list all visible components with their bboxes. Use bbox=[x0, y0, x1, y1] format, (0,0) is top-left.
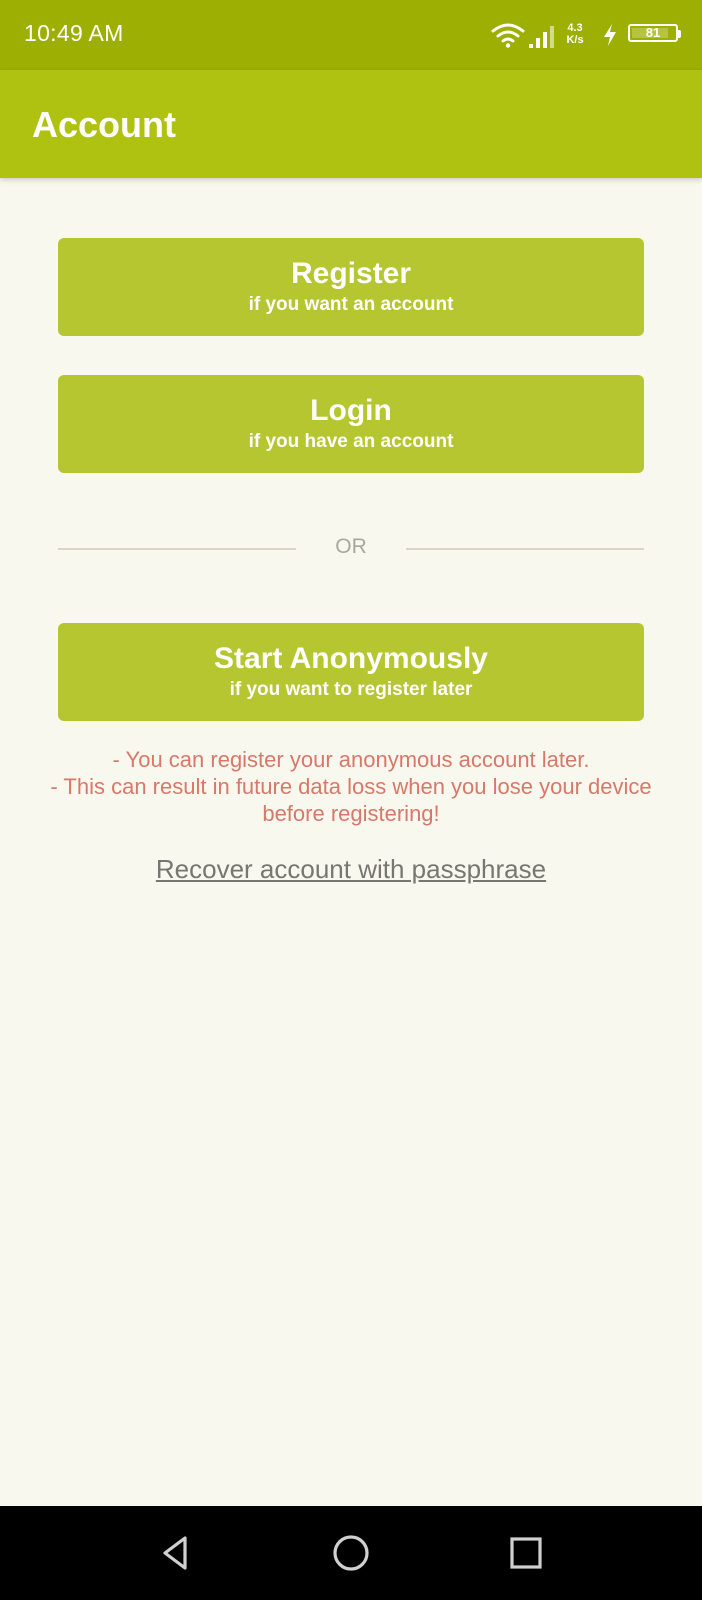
wifi-icon bbox=[491, 23, 525, 48]
start-anonymously-button-subtitle: if you want to register later bbox=[229, 679, 473, 700]
recents-icon[interactable] bbox=[501, 1528, 551, 1578]
anonymous-warning: - You can register your anonymous accoun… bbox=[40, 746, 662, 827]
navigation-bar bbox=[0, 1506, 702, 1600]
divider-left bbox=[58, 548, 296, 550]
divider-right bbox=[406, 548, 644, 550]
register-button-title: Register bbox=[290, 257, 412, 290]
warning-line-2: - This can result in future data loss wh… bbox=[50, 774, 652, 826]
home-icon[interactable] bbox=[326, 1528, 376, 1578]
login-button[interactable]: Login if you have an account bbox=[58, 375, 644, 473]
login-button-subtitle: if you have an account bbox=[248, 431, 454, 452]
or-divider-label: OR bbox=[335, 535, 367, 558]
register-button[interactable]: Register if you want an account bbox=[58, 238, 644, 336]
charging-bolt-icon bbox=[604, 24, 616, 46]
battery-cap bbox=[678, 30, 681, 38]
start-anonymously-button-title: Start Anonymously bbox=[214, 642, 488, 675]
signal-icon bbox=[529, 26, 554, 48]
network-speed-value: 4.3 bbox=[567, 22, 583, 34]
warning-line-1: - You can register your anonymous accoun… bbox=[112, 747, 590, 772]
status-icons: 4.3 K/s 81 bbox=[478, 20, 681, 52]
back-icon[interactable] bbox=[151, 1528, 201, 1578]
network-speed-unit: K/s bbox=[566, 34, 584, 46]
battery-icon: 81 bbox=[628, 24, 681, 42]
recover-account-link[interactable]: Recover account with passphrase bbox=[0, 854, 702, 885]
login-button-title: Login bbox=[310, 394, 392, 427]
app-bar: Account bbox=[0, 70, 702, 178]
status-bar: 10:49 AM 4.3 K/s 81 bbox=[0, 0, 702, 70]
battery-level: 81 bbox=[645, 25, 661, 40]
page-title: Account bbox=[32, 104, 176, 145]
start-anonymously-button[interactable]: Start Anonymously if you want to registe… bbox=[58, 623, 644, 721]
status-time: 10:49 AM bbox=[24, 20, 124, 46]
network-speed: 4.3 K/s bbox=[562, 22, 588, 46]
register-button-subtitle: if you want an account bbox=[248, 294, 454, 315]
